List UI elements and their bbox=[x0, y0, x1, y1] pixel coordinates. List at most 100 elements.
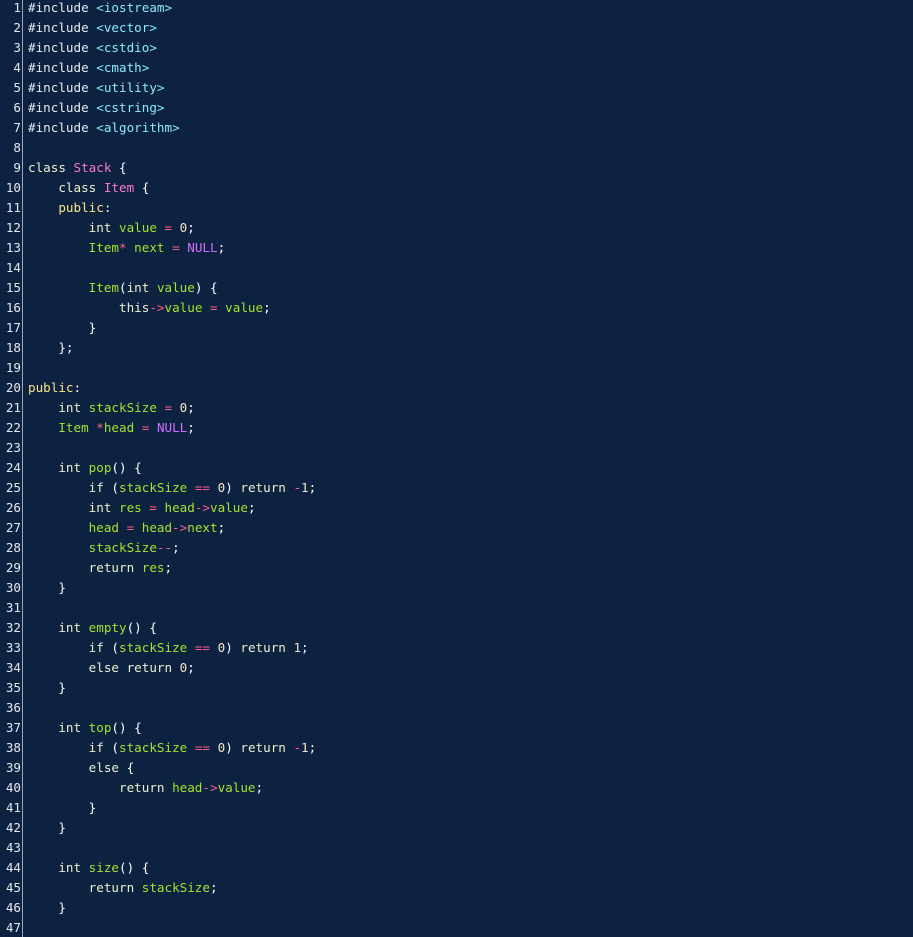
code-line[interactable]: 41 } bbox=[0, 798, 913, 818]
code-token: ) { bbox=[194, 280, 218, 295]
code-token: #include bbox=[28, 100, 97, 115]
code-token: { bbox=[134, 180, 150, 195]
code-line[interactable]: 23 bbox=[0, 438, 913, 458]
code-line[interactable]: 32 int empty() { bbox=[0, 618, 913, 638]
code-line[interactable]: 16 this->value = value; bbox=[0, 298, 913, 318]
code-line[interactable]: 31 bbox=[0, 598, 913, 618]
code-token: ; bbox=[209, 880, 218, 895]
line-number: 19 bbox=[5, 360, 21, 375]
code-token: ( bbox=[111, 480, 119, 495]
code-line[interactable]: 43 bbox=[0, 838, 913, 858]
line-number: 34 bbox=[5, 660, 21, 675]
code-token: #include bbox=[28, 20, 97, 35]
line-number: 40 bbox=[5, 780, 21, 795]
code-token: stackSize bbox=[28, 540, 157, 555]
code-token: ; bbox=[308, 480, 317, 495]
line-code: Item(int value) { bbox=[28, 278, 218, 298]
code-line[interactable]: 44 int size() { bbox=[0, 858, 913, 878]
code-line[interactable]: 37 int top() { bbox=[0, 718, 913, 738]
code-line[interactable]: 5 #include <utility> bbox=[0, 78, 913, 98]
line-code: int size() { bbox=[28, 858, 149, 878]
code-line[interactable]: 39 else { bbox=[0, 758, 913, 778]
code-token: ; bbox=[217, 520, 226, 535]
code-token: next bbox=[126, 240, 165, 255]
line-number: 39 bbox=[5, 760, 21, 775]
code-editor[interactable]: 1 #include <iostream> 2 #include <vector> 3 #… bbox=[0, 0, 913, 937]
code-line[interactable]: 29 return res; bbox=[0, 558, 913, 578]
code-line[interactable]: 35 } bbox=[0, 678, 913, 698]
line-number: 31 bbox=[5, 600, 21, 615]
code-token: ; bbox=[301, 640, 309, 655]
code-line[interactable]: 46 } bbox=[0, 898, 913, 918]
code-line[interactable]: 45 return stackSize; bbox=[0, 878, 913, 898]
code-line[interactable]: 22 Item *head = NULL; bbox=[0, 418, 913, 438]
code-line[interactable]: 18 }; bbox=[0, 338, 913, 358]
code-line[interactable]: 19 bbox=[0, 358, 913, 378]
code-line[interactable]: 34 else return 0; bbox=[0, 658, 913, 678]
code-line[interactable]: 40 return head->value; bbox=[0, 778, 913, 798]
code-token: res bbox=[141, 560, 165, 575]
line-code: int value = 0; bbox=[28, 218, 195, 238]
line-code: else { bbox=[28, 758, 135, 778]
code-line[interactable]: 10 class Item { bbox=[0, 178, 913, 198]
code-line[interactable]: 12 int value = 0; bbox=[0, 218, 913, 238]
code-token: ) bbox=[225, 480, 241, 495]
code-token: () { bbox=[126, 620, 157, 635]
code-line[interactable]: 20 public: bbox=[0, 378, 913, 398]
code-line[interactable]: 4 #include <cmath> bbox=[0, 58, 913, 78]
line-code: } bbox=[28, 578, 66, 598]
line-number: 28 bbox=[5, 540, 21, 555]
code-token: { bbox=[126, 760, 135, 775]
code-token: -> bbox=[202, 780, 218, 795]
code-line[interactable]: 1 #include <iostream> bbox=[0, 0, 913, 18]
code-token: ( bbox=[111, 640, 119, 655]
code-line[interactable]: 3 #include <cstdio> bbox=[0, 38, 913, 58]
code-line[interactable]: 8 bbox=[0, 138, 913, 158]
code-line[interactable]: 25 if (stackSize == 0) return -1; bbox=[0, 478, 913, 498]
code-line[interactable]: 2 #include <vector> bbox=[0, 18, 913, 38]
code-token: = bbox=[202, 300, 226, 315]
code-line[interactable]: 28 stackSize--; bbox=[0, 538, 913, 558]
code-line[interactable]: 17 } bbox=[0, 318, 913, 338]
code-line[interactable]: 13 Item* next = NULL; bbox=[0, 238, 913, 258]
line-code: } bbox=[28, 798, 97, 818]
line-code: Item *head = NULL; bbox=[28, 418, 195, 438]
code-line[interactable]: 7 #include <algorithm> bbox=[0, 118, 913, 138]
code-line[interactable]: 14 bbox=[0, 258, 913, 278]
code-line[interactable]: 26 int res = head->value; bbox=[0, 498, 913, 518]
code-line[interactable]: 21 int stackSize = 0; bbox=[0, 398, 913, 418]
line-code: } bbox=[28, 318, 97, 338]
code-area[interactable]: 1 #include <iostream> 2 #include <vector> 3 #… bbox=[0, 0, 913, 937]
code-token: next bbox=[187, 520, 218, 535]
code-token: int bbox=[28, 620, 89, 635]
code-token: ; bbox=[187, 220, 195, 235]
line-code: }; bbox=[28, 338, 73, 358]
code-token: return bbox=[28, 560, 142, 575]
line-number: 26 bbox=[5, 500, 21, 515]
line-number: 18 bbox=[5, 340, 21, 355]
code-line[interactable]: 30 } bbox=[0, 578, 913, 598]
code-token: class bbox=[28, 180, 104, 195]
code-token: this bbox=[28, 300, 150, 315]
code-token: #include bbox=[28, 60, 97, 75]
line-number: 7 bbox=[13, 120, 21, 135]
code-line[interactable]: 6 #include <cstring> bbox=[0, 98, 913, 118]
code-token: #include bbox=[28, 80, 97, 95]
code-line[interactable]: 11 public: bbox=[0, 198, 913, 218]
code-line[interactable]: 38 if (stackSize == 0) return -1; bbox=[0, 738, 913, 758]
code-line[interactable]: 36 bbox=[0, 698, 913, 718]
code-line[interactable]: 9 class Stack { bbox=[0, 158, 913, 178]
code-line[interactable]: 47 bbox=[0, 918, 913, 937]
code-line[interactable]: 42 } bbox=[0, 818, 913, 838]
code-line[interactable]: 27 head = head->next; bbox=[0, 518, 913, 538]
line-code: #include <iostream> bbox=[28, 0, 172, 18]
code-token: = bbox=[119, 520, 142, 535]
code-line[interactable]: 33 if (stackSize == 0) return 1; bbox=[0, 638, 913, 658]
code-line[interactable]: 24 int pop() { bbox=[0, 458, 913, 478]
code-line[interactable]: 15 Item(int value) { bbox=[0, 278, 913, 298]
code-token: else return bbox=[28, 660, 180, 675]
line-number: 21 bbox=[5, 400, 21, 415]
line-number: 2 bbox=[13, 20, 21, 35]
line-code: this->value = value; bbox=[28, 298, 271, 318]
code-token: return bbox=[28, 780, 173, 795]
